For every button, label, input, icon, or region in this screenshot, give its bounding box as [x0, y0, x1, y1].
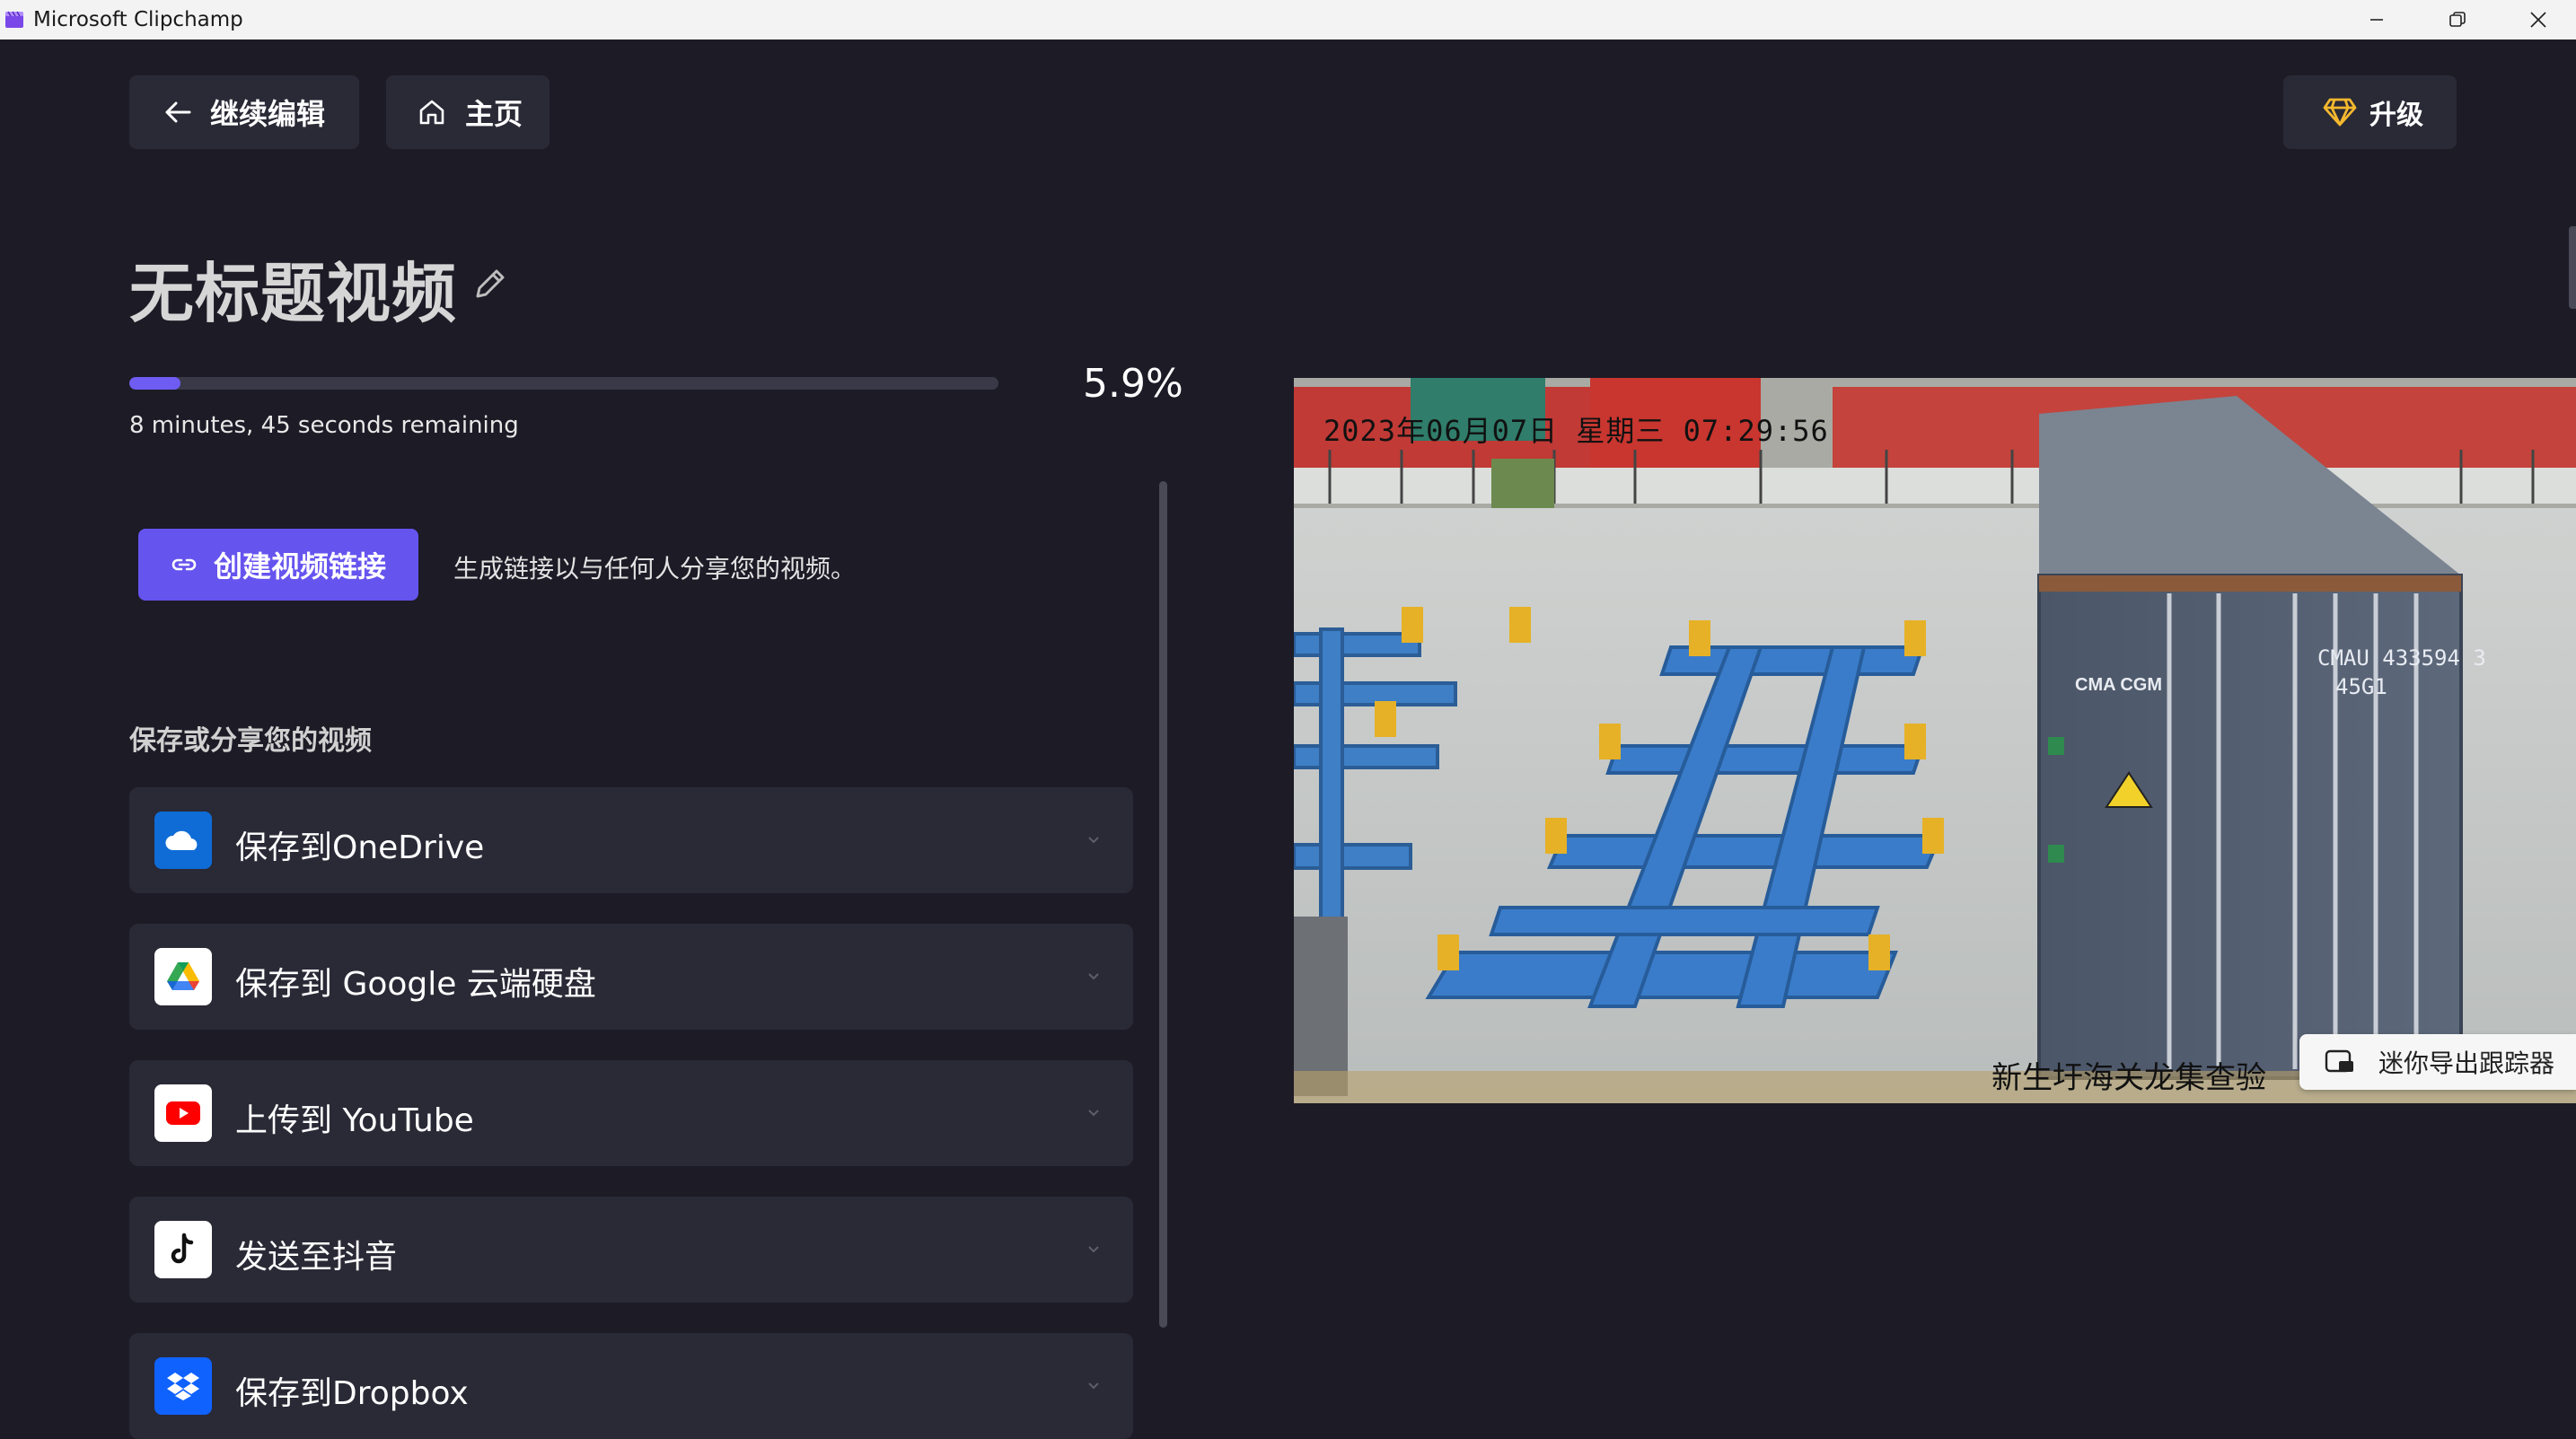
restore-button[interactable]	[2416, 0, 2499, 39]
video-timestamp: 2023年06月07日 星期三 07:29:56	[1323, 414, 1829, 448]
continue-editing-label: 继续编辑	[210, 97, 326, 131]
home-button[interactable]: 主页	[386, 75, 549, 149]
home-label: 主页	[465, 97, 523, 131]
share-section-title: 保存或分享您的视频	[129, 725, 372, 757]
export-progress-fill	[129, 377, 181, 390]
create-video-link-label: 创建视频链接	[214, 549, 387, 583]
pencil-icon[interactable]	[471, 265, 509, 303]
export-progress-bar	[129, 377, 998, 390]
chevron-down-icon	[1088, 837, 1099, 844]
onedrive-icon	[154, 812, 212, 869]
container-marking: CMA CGM	[2075, 675, 2162, 695]
video-caption: 新生圩海关龙集查验	[1991, 1060, 2266, 1096]
link-description: 生成链接以与任何人分享您的视频。	[453, 554, 857, 583]
dropbox-icon	[154, 1357, 212, 1415]
video-title: 无标题视频	[129, 256, 458, 331]
clipchamp-logo-icon	[5, 11, 23, 28]
chevron-down-icon	[1088, 1110, 1099, 1117]
side-panel-handle[interactable]	[2569, 226, 2576, 309]
share-item-dropbox[interactable]: 保存到Dropbox	[129, 1333, 1133, 1439]
minimize-icon	[2370, 19, 2383, 21]
container-number: CMAU 433594 3	[2317, 645, 2486, 671]
close-icon	[2530, 12, 2546, 28]
chevron-down-icon	[1088, 1382, 1099, 1390]
mini-export-tracker-button[interactable]: 迷你导出跟踪器	[2299, 1034, 2576, 1090]
tiktok-icon	[154, 1221, 212, 1278]
export-progress-percent: 5.9%	[1083, 361, 1183, 407]
link-icon	[171, 558, 197, 571]
scrollbar[interactable]	[1159, 481, 1167, 1328]
arrow-left-icon	[165, 101, 191, 123]
minimize-button[interactable]	[2335, 0, 2418, 39]
chevron-down-icon	[1088, 973, 1099, 980]
upgrade-label: 升级	[2369, 100, 2423, 131]
share-item-tiktok[interactable]: 发送至抖音	[129, 1197, 1133, 1303]
create-video-link-button[interactable]: 创建视频链接	[138, 529, 418, 601]
restore-icon	[2449, 12, 2466, 27]
window-title: Microsoft Clipchamp	[33, 8, 243, 31]
chevron-down-icon	[1088, 1246, 1099, 1253]
video-preview: CMA CGM CMAU 433594 3 45G1	[1294, 378, 2576, 1103]
window-title-bar: Microsoft Clipchamp	[0, 0, 2576, 39]
share-item-label: 上传到 YouTube	[235, 1102, 474, 1139]
home-icon	[419, 100, 444, 125]
google-drive-icon	[154, 948, 212, 1005]
video-frame: CMA CGM CMAU 433594 3 45G1	[1294, 378, 2576, 1103]
share-item-label: 保存到OneDrive	[235, 829, 485, 866]
share-item-label: 保存到Dropbox	[235, 1375, 469, 1412]
youtube-icon	[154, 1084, 212, 1142]
time-remaining: 8 minutes, 45 seconds remaining	[129, 412, 519, 439]
share-item-youtube[interactable]: 上传到 YouTube	[129, 1060, 1133, 1166]
close-button[interactable]	[2497, 0, 2576, 39]
picture-in-picture-icon	[2325, 1049, 2353, 1073]
share-item-google-drive[interactable]: 保存到 Google 云端硬盘	[129, 924, 1133, 1030]
upgrade-button[interactable]: 升级	[2283, 75, 2457, 149]
share-item-label: 保存到 Google 云端硬盘	[235, 966, 596, 1003]
mini-export-tracker-label: 迷你导出跟踪器	[2378, 1049, 2555, 1078]
diamond-icon	[2323, 98, 2357, 127]
share-item-onedrive[interactable]: 保存到OneDrive	[129, 787, 1133, 893]
share-item-label: 发送至抖音	[235, 1239, 398, 1276]
continue-editing-button[interactable]: 继续编辑	[129, 75, 359, 149]
container-code: 45G1	[2335, 674, 2387, 699]
